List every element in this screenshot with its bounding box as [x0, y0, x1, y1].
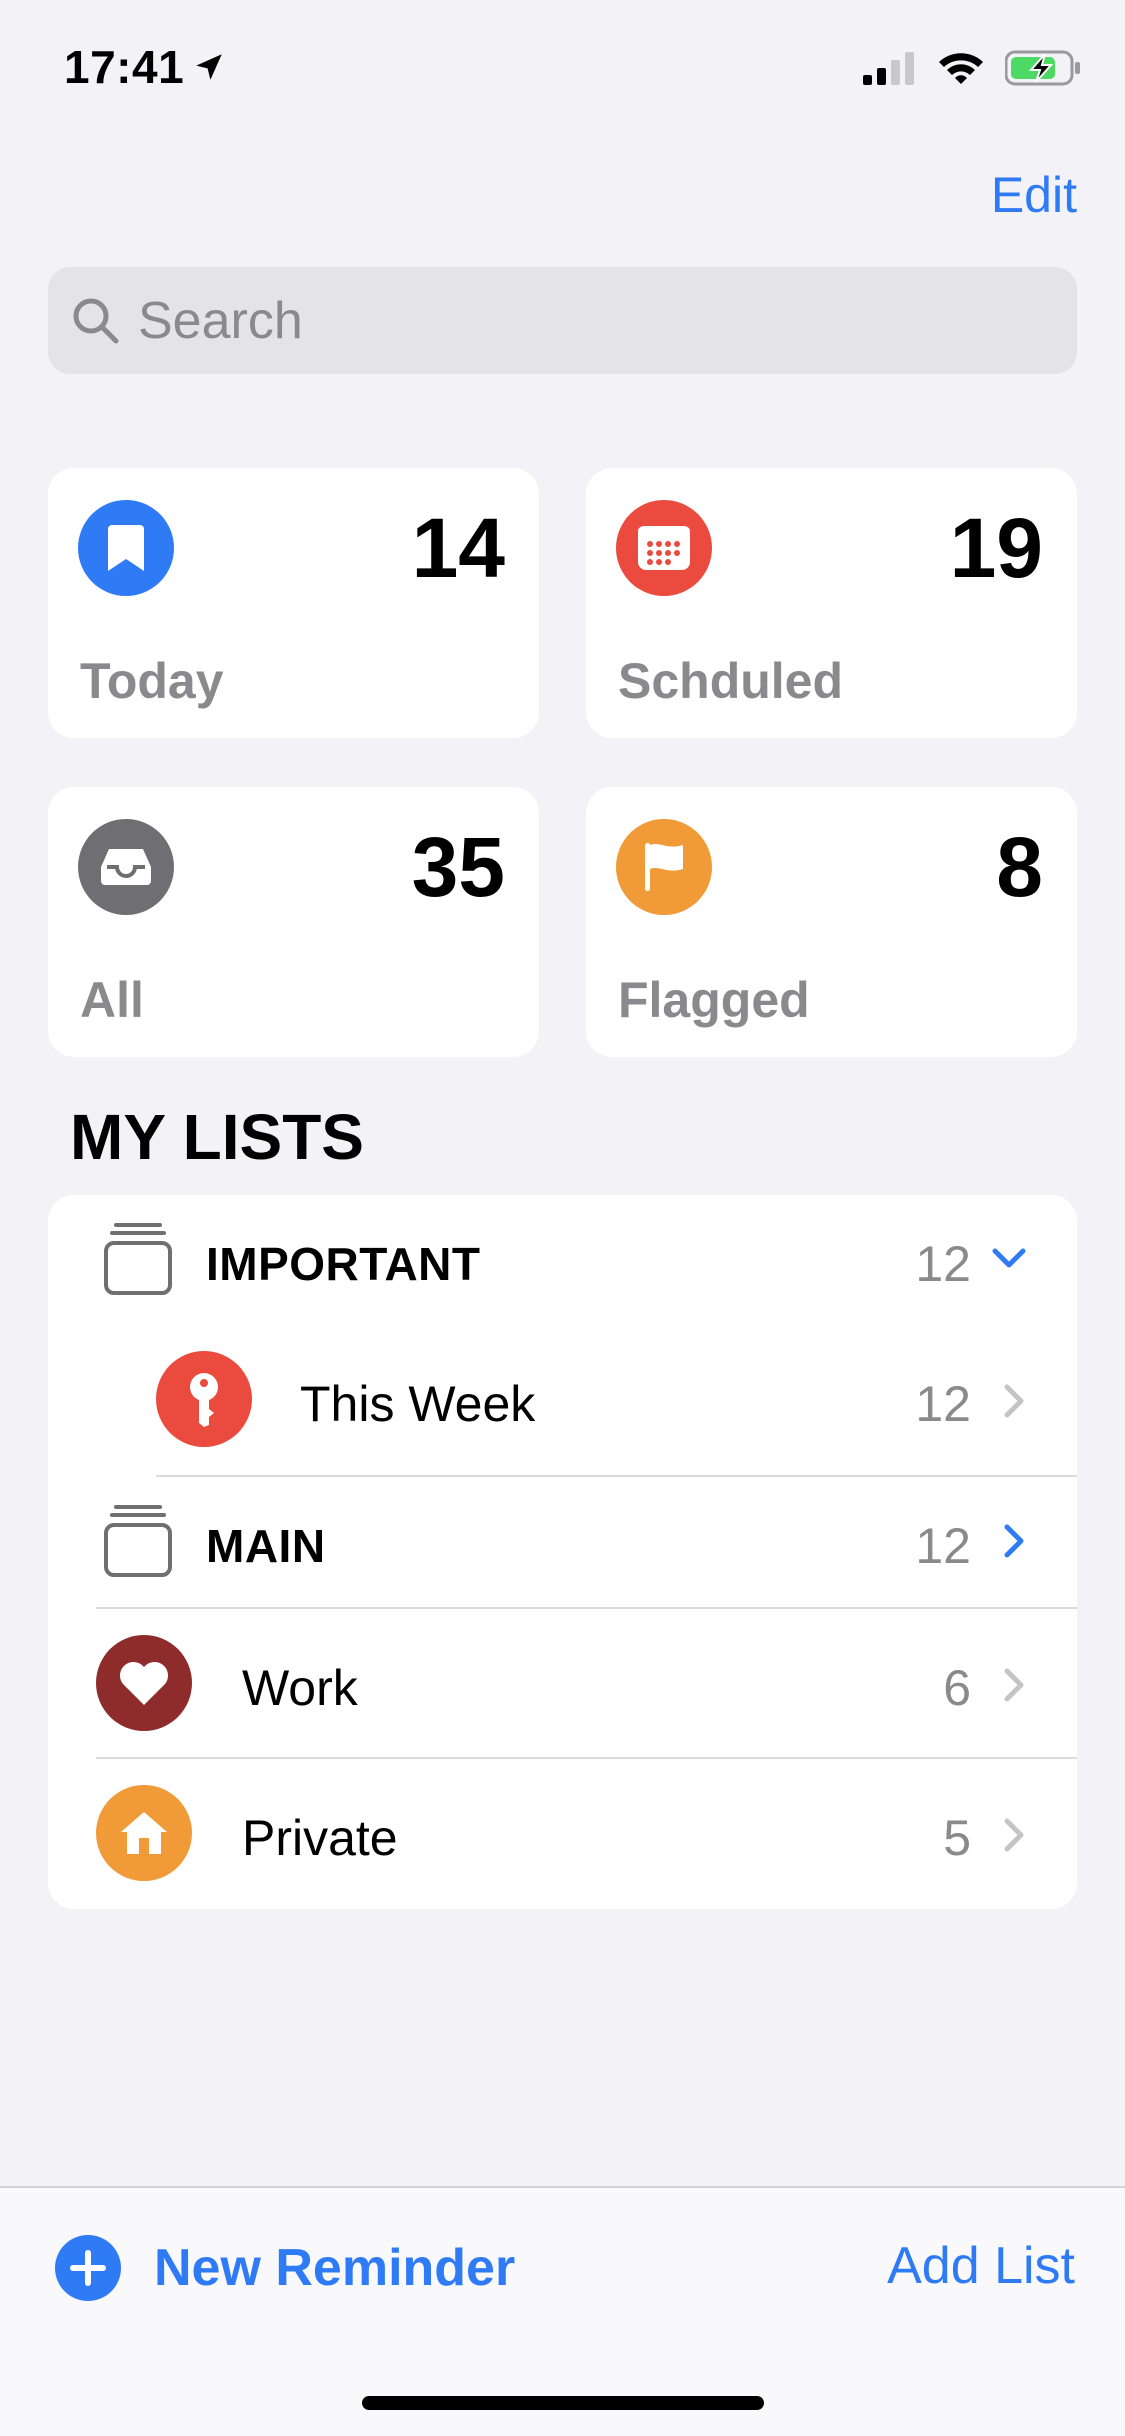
- my-lists-heading: MY LISTS: [70, 1101, 364, 1173]
- status-indicators: [863, 50, 1081, 86]
- chevron-right-icon[interactable]: [999, 1521, 1029, 1561]
- group-name: MAIN: [206, 1520, 326, 1572]
- folder-stack-icon: [104, 1223, 172, 1295]
- list-count: 5: [943, 1810, 971, 1866]
- group-count: 12: [915, 1236, 971, 1292]
- wifi-icon: [939, 53, 983, 84]
- list-count: 6: [943, 1660, 971, 1716]
- battery-charging-icon: [1005, 50, 1080, 86]
- new-reminder-label: New Reminder: [154, 2239, 516, 2297]
- status-time: 17:41: [64, 40, 226, 94]
- today-count: 14: [411, 501, 505, 595]
- my-lists-container: IMPORTANT 12 This Week 12 MAIN 12 Work 6…: [48, 1195, 1077, 1909]
- smart-list-scheduled[interactable]: 19 Schduled: [586, 468, 1077, 738]
- search-placeholder: Search: [138, 291, 303, 350]
- flag-icon: [616, 819, 712, 915]
- bookmark-icon: [78, 500, 174, 596]
- all-count: 35: [411, 820, 505, 914]
- chevron-right-icon: [1004, 1818, 1024, 1852]
- location-arrow-icon: [196, 54, 222, 80]
- smart-list-today[interactable]: 14 Today: [48, 468, 539, 738]
- calendar-icon: [616, 500, 712, 596]
- list-name: Work: [242, 1660, 358, 1716]
- tray-icon: [78, 819, 174, 915]
- edit-button[interactable]: Edit: [991, 166, 1077, 224]
- add-list-button[interactable]: Add List: [887, 2236, 1075, 2296]
- group-row-main[interactable]: MAIN 12: [48, 1477, 1077, 1607]
- scheduled-label: Schduled: [618, 653, 844, 709]
- folder-stack-icon: [104, 1505, 172, 1577]
- scheduled-count: 19: [949, 501, 1043, 595]
- chevron-right-icon: [1004, 1668, 1024, 1702]
- group-count: 12: [915, 1518, 971, 1574]
- search-field[interactable]: Search: [48, 267, 1077, 374]
- chevron-right-icon: [1004, 1384, 1024, 1418]
- list-row-this-week[interactable]: This Week 12: [48, 1325, 1077, 1475]
- search-icon: [73, 298, 119, 343]
- list-count: 12: [915, 1376, 971, 1432]
- flagged-count: 8: [996, 820, 1043, 914]
- list-name: This Week: [300, 1376, 536, 1432]
- cellular-signal-icon: [863, 52, 914, 85]
- house-icon: [96, 1785, 192, 1881]
- group-name: IMPORTANT: [206, 1238, 481, 1290]
- flagged-label: Flagged: [618, 972, 810, 1028]
- smart-list-all[interactable]: 35 All: [48, 787, 539, 1057]
- new-reminder-button[interactable]: New Reminder: [54, 2234, 515, 2302]
- today-label: Today: [80, 653, 224, 709]
- home-indicator: [362, 2396, 764, 2410]
- heart-icon: [96, 1635, 192, 1731]
- group-row-important[interactable]: IMPORTANT 12: [48, 1195, 1077, 1325]
- list-row-work[interactable]: Work 6: [48, 1609, 1077, 1757]
- key-icon: [156, 1351, 252, 1447]
- chevron-down-icon[interactable]: [989, 1243, 1029, 1275]
- plus-circle-icon: [55, 2235, 121, 2301]
- list-name: Private: [242, 1810, 398, 1866]
- all-label: All: [80, 972, 144, 1028]
- smart-list-flagged[interactable]: 8 Flagged: [586, 787, 1077, 1057]
- list-row-private[interactable]: Private 5: [48, 1759, 1077, 1909]
